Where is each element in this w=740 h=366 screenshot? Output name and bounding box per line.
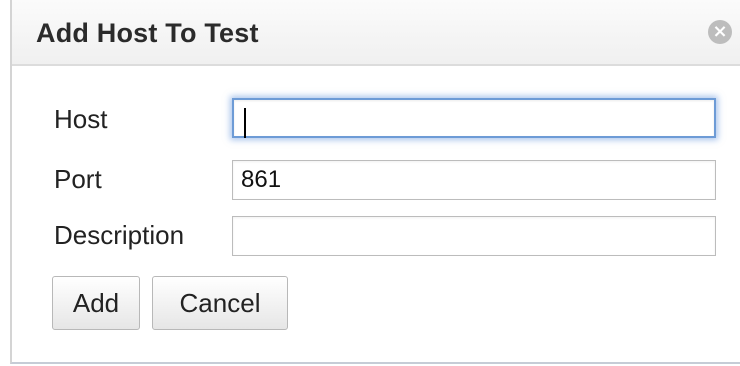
add-host-dialog: Add Host To Test × Host Port Description… — [10, 0, 740, 364]
dialog-titlebar: Add Host To Test × — [12, 0, 740, 66]
port-input[interactable] — [232, 160, 716, 200]
text-caret — [244, 108, 246, 138]
description-label: Description — [54, 220, 185, 250]
host-input[interactable] — [232, 98, 716, 138]
description-input[interactable] — [232, 216, 716, 256]
port-label: Port — [54, 164, 102, 194]
host-label: Host — [54, 104, 108, 134]
add-button[interactable]: Add — [52, 276, 140, 330]
close-icon-glyph: × — [712, 21, 728, 42]
dialog-title: Add Host To Test — [36, 18, 259, 48]
cancel-button[interactable]: Cancel — [152, 276, 288, 330]
close-icon[interactable]: × — [708, 20, 732, 44]
